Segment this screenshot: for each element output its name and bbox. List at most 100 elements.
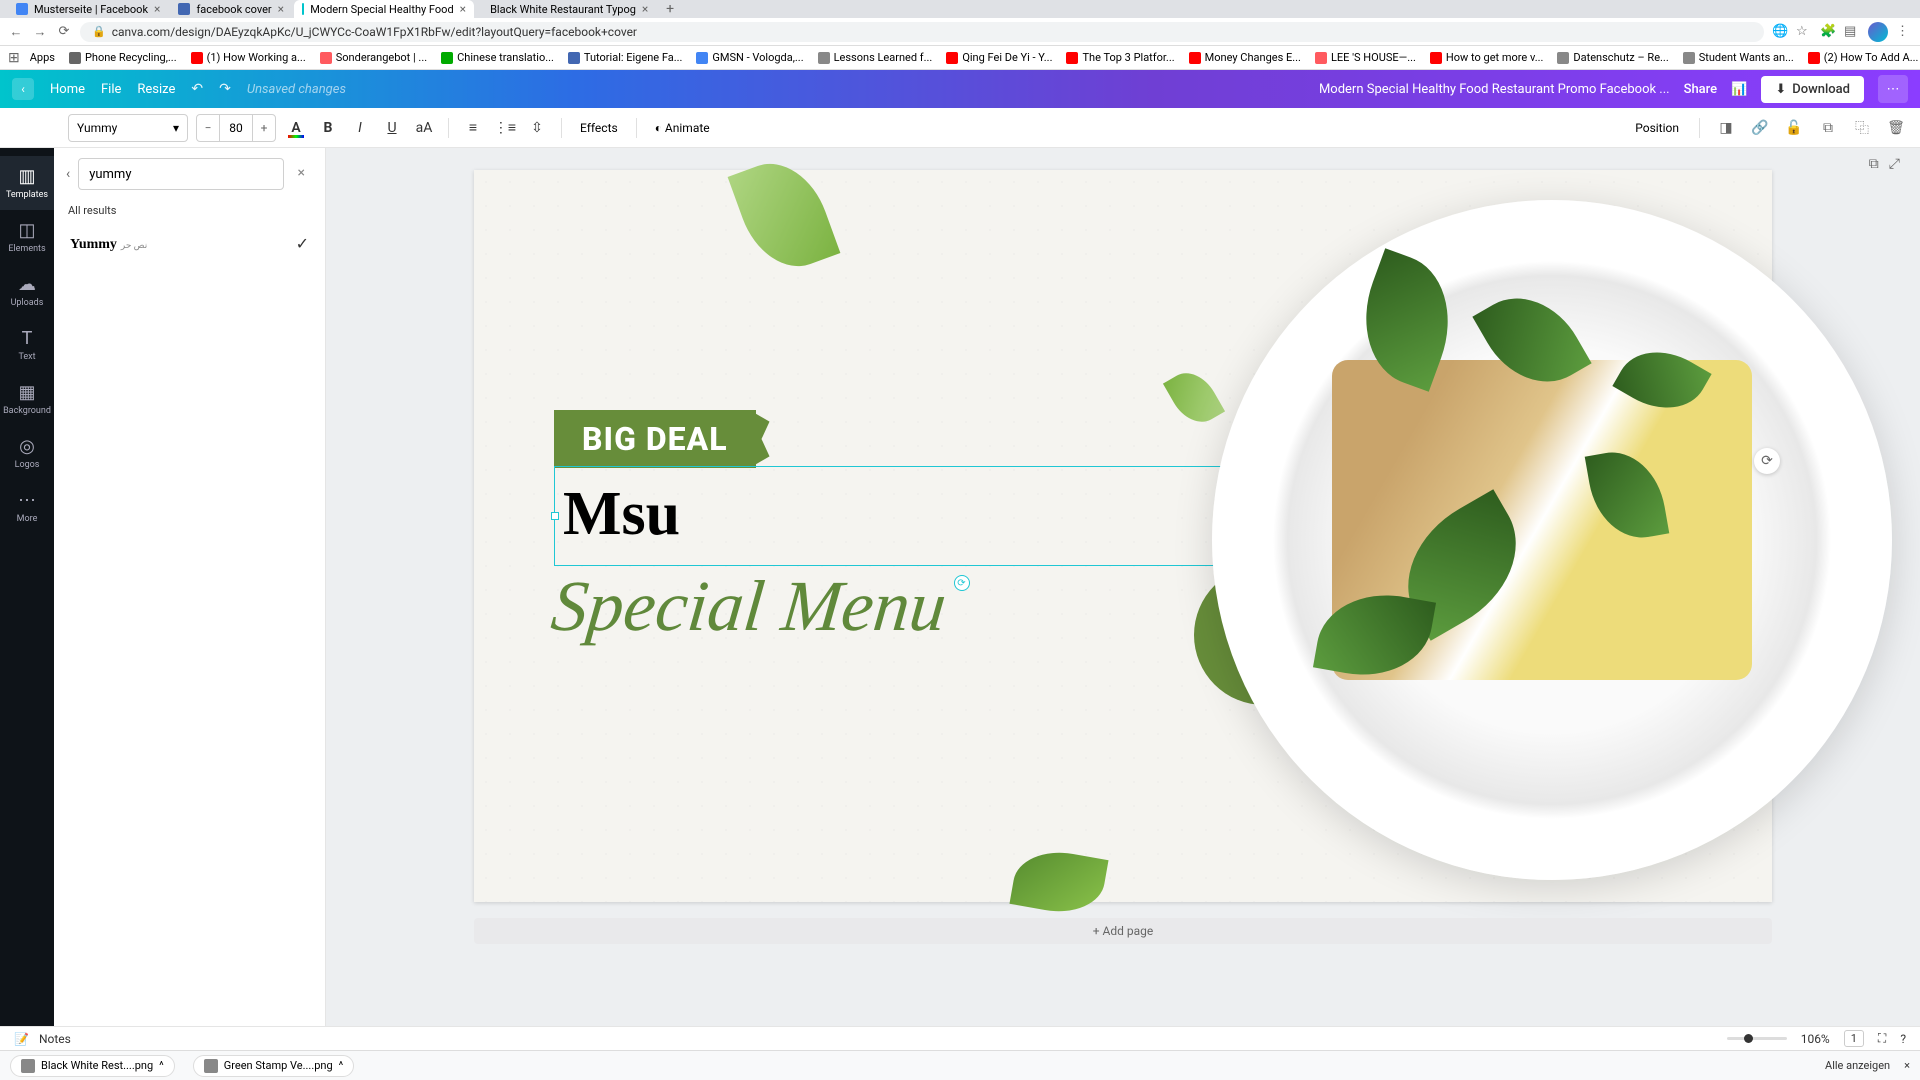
delete-icon[interactable]: 🗑 [1884, 116, 1908, 140]
bookmark-item[interactable]: Phone Recycling,... [65, 49, 181, 66]
zoom-value[interactable]: 106% [1801, 1032, 1830, 1046]
panel-logos[interactable]: ◎Logos [0, 426, 54, 480]
panel-background[interactable]: ▦Background [0, 372, 54, 426]
bookmark-item[interactable]: Chinese translatio... [437, 49, 558, 66]
panel-uploads[interactable]: ☁Uploads [0, 264, 54, 318]
bookmark-item[interactable]: (2) How To Add A... [1804, 49, 1920, 66]
zoom-slider[interactable] [1727, 1037, 1787, 1040]
fullscreen-icon[interactable]: ⛶ [1878, 1031, 1886, 1046]
zoom-thumb[interactable] [1744, 1034, 1753, 1043]
canvas-area[interactable]: ⧉ ⤢ BIG DEAL Msu ⟳ Special Menu Promo 35… [326, 148, 1920, 1026]
redo-icon[interactable]: ↷ [219, 81, 231, 97]
bookmark-item[interactable]: Datenschutz – Re... [1553, 49, 1672, 66]
bookmark-item[interactable]: How to get more v... [1426, 49, 1548, 66]
close-icon[interactable]: × [642, 2, 648, 16]
close-icon[interactable]: × [154, 2, 160, 16]
spacing-button[interactable]: ⇳ [525, 116, 549, 140]
increase-size-button[interactable]: + [253, 121, 275, 135]
undo-icon[interactable]: ↶ [191, 81, 203, 97]
page-indicator[interactable]: 1 [1844, 1030, 1864, 1047]
url-field[interactable]: 🔒 canva.com/design/DAEyzqkApKc/U_jCWYCc-… [80, 22, 1764, 42]
big-deal-badge[interactable]: BIG DEAL [554, 410, 756, 468]
bookmark-item[interactable]: Lessons Learned f... [814, 49, 937, 66]
profile-avatar[interactable] [1868, 22, 1888, 42]
star-icon[interactable]: ☆ [1796, 24, 1812, 40]
lock-icon[interactable]: 🔓 [1782, 116, 1806, 140]
underline-button[interactable]: U [380, 116, 404, 140]
refresh-element-icon[interactable]: ⟳ [1754, 448, 1780, 474]
panel-elements[interactable]: ◫Elements [0, 210, 54, 264]
food-plate[interactable] [1212, 200, 1892, 880]
file-menu[interactable]: File [101, 82, 121, 97]
bookmark-item[interactable]: Money Changes E... [1185, 49, 1305, 66]
font-result-item[interactable]: Yummy نص حر ✓ [66, 227, 313, 259]
panel-templates[interactable]: ▥Templates [0, 156, 54, 210]
editing-text-box[interactable]: Msu ⟳ [554, 466, 1237, 566]
bookmark-item[interactable]: Qing Fei De Yi - Y... [942, 49, 1056, 66]
browser-tab[interactable]: Musterseite | Facebook× [8, 0, 168, 18]
text-content[interactable]: Msu [555, 467, 1236, 562]
add-page-button[interactable]: + Add page [474, 918, 1772, 944]
translate-icon[interactable]: 🌐 [1772, 24, 1788, 40]
back-button[interactable]: ‹ [12, 78, 34, 100]
chevron-up-icon[interactable]: ^ [159, 1059, 164, 1072]
decrease-size-button[interactable]: − [197, 121, 219, 135]
duplicate-icon[interactable]: ⿻ [1850, 116, 1874, 140]
new-tab-button[interactable]: + [658, 1, 682, 17]
position-button[interactable]: Position [1629, 121, 1685, 135]
chevron-up-icon[interactable]: ^ [339, 1059, 344, 1072]
case-button[interactable]: aA [412, 116, 436, 140]
panel-text[interactable]: TText [0, 318, 54, 372]
font-selector[interactable]: Yummy ▾ [68, 114, 188, 142]
align-button[interactable]: ≡ [461, 116, 485, 140]
copy-page-icon[interactable]: ⧉ [1869, 156, 1879, 172]
bold-button[interactable]: B [316, 116, 340, 140]
share-button[interactable]: Share [1684, 82, 1718, 97]
copy-icon[interactable]: ⧉ [1816, 116, 1840, 140]
bookmark-item[interactable]: Apps [26, 49, 59, 66]
design-page[interactable]: BIG DEAL Msu ⟳ Special Menu Promo 35% Of… [474, 170, 1772, 902]
italic-button[interactable]: I [348, 116, 372, 140]
bookmark-item[interactable]: (1) How Working a... [187, 49, 310, 66]
search-back-icon[interactable]: ‹ [66, 166, 70, 182]
panel-more[interactable]: ⋯More [0, 480, 54, 534]
download-chip[interactable]: Black White Rest....png ^ [10, 1055, 175, 1077]
apps-icon[interactable]: ⊞ [8, 50, 20, 66]
font-size-input[interactable]: 80 [219, 115, 253, 141]
link-icon[interactable]: 🔗 [1748, 116, 1772, 140]
browser-tab[interactable]: facebook cover× [170, 0, 292, 18]
close-icon[interactable]: × [460, 2, 466, 16]
bookmark-item[interactable]: Student Wants an... [1679, 49, 1798, 66]
browser-tab[interactable]: Black White Restaurant Typog× [476, 0, 656, 18]
card-icon[interactable]: ▤ [1844, 24, 1860, 40]
close-icon[interactable]: × [278, 2, 284, 16]
font-search-input[interactable] [78, 158, 284, 190]
rotate-handle-icon[interactable]: ⟳ [954, 575, 970, 591]
more-button[interactable]: ⋯ [1878, 75, 1908, 103]
show-all-downloads[interactable]: Alle anzeigen [1825, 1059, 1890, 1072]
transparency-icon[interactable]: ◨ [1714, 116, 1738, 140]
bookmark-item[interactable]: Tutorial: Eigene Fa... [564, 49, 687, 66]
back-icon[interactable]: ← [8, 24, 24, 40]
download-chip[interactable]: Green Stamp Ve....png ^ [193, 1055, 355, 1077]
clear-icon[interactable]: × [298, 165, 305, 181]
bookmark-item[interactable]: LEE 'S HOUSE—... [1311, 49, 1420, 66]
notes-icon[interactable]: 📝 [14, 1032, 29, 1046]
help-icon[interactable]: ? [1900, 1032, 1906, 1046]
close-shelf-icon[interactable]: × [1904, 1059, 1910, 1072]
menu-icon[interactable]: ⋮ [1896, 24, 1912, 40]
browser-tab-active[interactable]: Modern Special Healthy Food× [294, 0, 474, 18]
list-button[interactable]: ⋮≡ [493, 116, 517, 140]
design-title[interactable]: Modern Special Healthy Food Restaurant P… [1319, 82, 1670, 97]
reload-icon[interactable]: ⟳ [56, 24, 72, 40]
animate-button[interactable]: ◐ Animate [649, 121, 716, 135]
analytics-icon[interactable]: 📊 [1731, 82, 1747, 97]
resize-menu[interactable]: Resize [137, 82, 175, 97]
special-menu-text[interactable]: Special Menu [548, 565, 951, 648]
extension-icon[interactable]: 🧩 [1820, 24, 1836, 40]
expand-page-icon[interactable]: ⤢ [1889, 156, 1900, 172]
text-color-button[interactable]: A [284, 116, 308, 140]
effects-button[interactable]: Effects [574, 121, 624, 135]
notes-button[interactable]: Notes [39, 1032, 71, 1046]
bookmark-item[interactable]: GMSN - Vologda,... [692, 49, 807, 66]
